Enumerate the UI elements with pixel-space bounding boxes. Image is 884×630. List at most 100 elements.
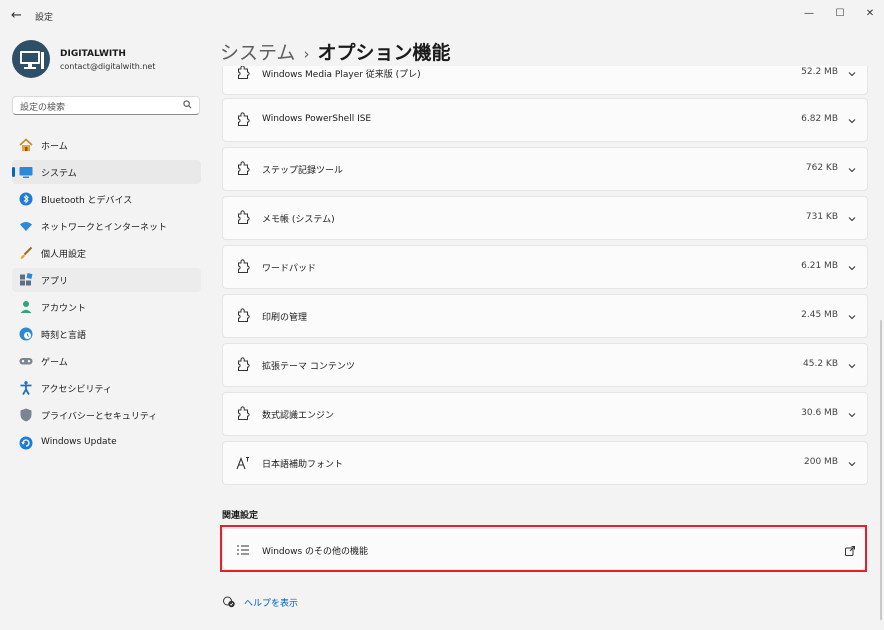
feature-name: 拡張テーマ コンテンツ bbox=[262, 362, 355, 372]
sidebar-item-time-language[interactable]: 時刻と言語 bbox=[12, 322, 201, 346]
feature-name: ステップ記録ツール bbox=[262, 166, 344, 176]
puzzle-icon bbox=[235, 308, 251, 324]
gamepad-icon bbox=[18, 353, 34, 369]
feature-size: 6.82 MB bbox=[801, 114, 838, 124]
feature-item[interactable]: Windows PowerShell ISE 6.82 MB bbox=[222, 98, 868, 142]
feature-name: 日本語補助フォント bbox=[262, 460, 344, 470]
sidebar-item-privacy[interactable]: プライバシーとセキュリティ bbox=[12, 403, 201, 427]
profile-email: contact@digitalwith.net bbox=[60, 62, 156, 71]
minimize-button[interactable]: — bbox=[796, 4, 822, 24]
sidebar-item-label: Bluetooth とデバイス bbox=[41, 196, 133, 206]
update-icon bbox=[18, 435, 34, 451]
feature-list: Windows Media Player 従来版 (プレ) 52.2 MB Wi… bbox=[222, 66, 868, 486]
brush-icon bbox=[18, 245, 34, 261]
sidebar-item-network[interactable]: ネットワークとインターネット bbox=[12, 214, 201, 238]
feature-size: 6.21 MB bbox=[801, 261, 838, 271]
feature-size: 52.2 MB bbox=[801, 67, 838, 77]
feature-item[interactable]: ステップ記録ツール 762 KB bbox=[222, 147, 868, 191]
feature-size: 2.45 MB bbox=[801, 310, 838, 320]
sidebar-item-gaming[interactable]: ゲーム bbox=[12, 349, 201, 373]
sidebar-item-label: ホーム bbox=[41, 142, 68, 152]
feature-size: 731 KB bbox=[805, 212, 838, 222]
avatar[interactable] bbox=[12, 40, 50, 78]
sidebar-item-label: ゲーム bbox=[41, 358, 68, 368]
puzzle-icon bbox=[235, 406, 251, 422]
sidebar-item-system[interactable]: システム bbox=[12, 160, 201, 184]
feature-name: ワードパッド bbox=[262, 264, 317, 274]
account-icon bbox=[18, 299, 34, 315]
chevron-down-icon[interactable] bbox=[846, 161, 858, 173]
close-button[interactable]: ✕ bbox=[857, 4, 883, 24]
sidebar-item-label: Windows Update bbox=[41, 437, 117, 447]
search-input[interactable]: 設定の検索 bbox=[12, 96, 200, 115]
feature-size: 45.2 KB bbox=[803, 359, 838, 369]
feature-item[interactable]: 拡張テーマ コンテンツ 45.2 KB bbox=[222, 343, 868, 387]
sidebar-item-personalization[interactable]: 個人用設定 bbox=[12, 241, 201, 265]
scrollbar[interactable] bbox=[880, 320, 882, 620]
sidebar-item-accessibility[interactable]: アクセシビリティ bbox=[12, 376, 201, 400]
feature-name: Windows PowerShell ISE bbox=[262, 114, 372, 124]
maximize-button[interactable]: ☐ bbox=[827, 4, 853, 24]
search-icon bbox=[183, 100, 192, 112]
shield-icon bbox=[18, 407, 34, 423]
sidebar-item-label: 時刻と言語 bbox=[41, 331, 87, 341]
chevron-down-icon[interactable] bbox=[846, 406, 858, 418]
feature-item[interactable]: ワードパッド 6.21 MB bbox=[222, 245, 868, 289]
puzzle-icon bbox=[235, 66, 251, 81]
help-icon bbox=[222, 594, 236, 608]
feature-item[interactable]: Windows Media Player 従来版 (プレ) 52.2 MB bbox=[222, 66, 868, 95]
feature-name: メモ帳 (システム) bbox=[262, 215, 335, 225]
profile-name: DIGITALWITH bbox=[60, 49, 126, 59]
chevron-down-icon[interactable] bbox=[846, 259, 858, 271]
chevron-down-icon[interactable] bbox=[846, 66, 858, 77]
breadcrumb-system[interactable]: システム bbox=[220, 42, 295, 64]
bluetooth-icon bbox=[18, 191, 34, 207]
feature-item[interactable]: メモ帳 (システム) 731 KB bbox=[222, 196, 868, 240]
feature-name: Windows Media Player 従来版 (プレ) bbox=[262, 70, 421, 80]
sidebar-item-label: アプリ bbox=[41, 277, 69, 287]
chevron-down-icon[interactable] bbox=[846, 357, 858, 369]
feature-item[interactable]: 日本語補助フォント 200 MB bbox=[222, 441, 868, 485]
sidebar-item-label: システム bbox=[41, 169, 77, 179]
feature-name: 数式認識エンジン bbox=[262, 411, 335, 421]
puzzle-icon bbox=[235, 112, 251, 128]
breadcrumb: システム › オプション機能 bbox=[220, 38, 450, 65]
puzzle-icon bbox=[235, 161, 251, 177]
font-icon bbox=[235, 455, 251, 471]
help-link[interactable]: ヘルプを表示 bbox=[244, 596, 298, 609]
sidebar-item-label: 個人用設定 bbox=[41, 250, 87, 260]
feature-size: 30.6 MB bbox=[801, 408, 838, 418]
chevron-down-icon[interactable] bbox=[846, 308, 858, 320]
system-icon bbox=[18, 164, 34, 180]
sidebar-item-bluetooth[interactable]: Bluetooth とデバイス bbox=[12, 187, 201, 211]
feature-size: 762 KB bbox=[805, 163, 838, 173]
back-button[interactable]: ← bbox=[11, 8, 22, 23]
wifi-icon bbox=[18, 218, 34, 234]
app-title: 設定 bbox=[35, 13, 54, 23]
title-bar: ← 設定 — ☐ ✕ bbox=[0, 0, 884, 34]
home-icon bbox=[18, 137, 34, 153]
sidebar-item-windows-update[interactable]: Windows Update bbox=[12, 431, 201, 455]
sidebar-item-label: アカウント bbox=[41, 304, 87, 314]
sidebar-item-label: ネットワークとインターネット bbox=[41, 223, 168, 233]
sidebar-item-label: プライバシーとセキュリティ bbox=[41, 412, 158, 422]
feature-item[interactable]: 印刷の管理 2.45 MB bbox=[222, 294, 868, 338]
puzzle-icon bbox=[235, 210, 251, 226]
chevron-down-icon[interactable] bbox=[846, 112, 858, 124]
puzzle-icon bbox=[235, 259, 251, 275]
sidebar-item-home[interactable]: ホーム bbox=[12, 133, 201, 157]
feature-item[interactable]: 数式認識エンジン 30.6 MB bbox=[222, 392, 868, 436]
page-title: オプション機能 bbox=[317, 42, 451, 64]
sidebar-item-accounts[interactable]: アカウント bbox=[12, 295, 201, 319]
accessibility-icon bbox=[18, 380, 34, 396]
chevron-down-icon[interactable] bbox=[846, 455, 858, 467]
related-settings-heading: 関連設定 bbox=[222, 511, 259, 521]
globe-clock-icon bbox=[18, 326, 34, 342]
feature-size: 200 MB bbox=[804, 457, 838, 467]
feature-name: 印刷の管理 bbox=[262, 313, 308, 323]
chevron-down-icon[interactable] bbox=[846, 210, 858, 222]
sidebar-item-apps[interactable]: アプリ bbox=[12, 268, 201, 292]
highlight-box bbox=[220, 525, 867, 572]
breadcrumb-separator: › bbox=[303, 45, 310, 63]
selected-indicator bbox=[12, 167, 15, 177]
